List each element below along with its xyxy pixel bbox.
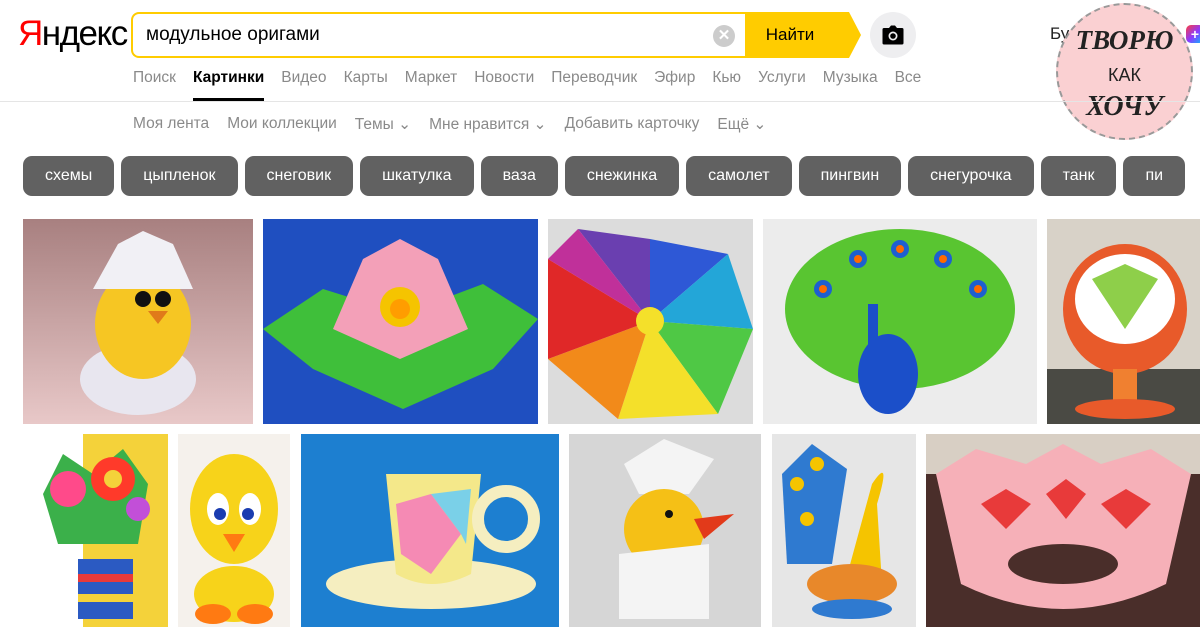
chip-schemes[interactable]: схемы — [23, 156, 115, 196]
header-divider — [0, 101, 1200, 102]
image-peacock-green[interactable] — [763, 219, 1037, 424]
image-chick-in-egg[interactable] — [23, 219, 253, 424]
image-yellow-bird[interactable] — [178, 434, 290, 627]
image-vase-lamp[interactable] — [1047, 219, 1200, 424]
search-box: ✕ — [131, 12, 745, 58]
image-flower-vase[interactable] — [23, 434, 168, 627]
subnav-add-card[interactable]: Добавить карточку — [565, 115, 700, 134]
subnav-my-feed[interactable]: Моя лента — [133, 115, 209, 134]
clear-icon[interactable]: ✕ — [713, 25, 735, 47]
tab-music[interactable]: Музыка — [823, 68, 878, 101]
chip-chick[interactable]: цыпленок — [121, 156, 238, 196]
badge-line-2: КАК — [1108, 65, 1141, 85]
chip-snowman[interactable]: снеговик — [244, 156, 354, 196]
image-rainbow-spiral[interactable] — [548, 219, 753, 424]
chip-penguin[interactable]: пингвин — [798, 156, 902, 196]
services-nav: Поиск Картинки Видео Карты Маркет Новост… — [133, 68, 938, 101]
subnav-liked[interactable]: Мне нравится ⌄ — [429, 115, 546, 134]
badge-line-1: ТВОРЮ — [1075, 25, 1174, 55]
tab-efir[interactable]: Эфир — [654, 68, 695, 101]
chip-vase[interactable]: ваза — [480, 156, 558, 196]
image-lotus-flower[interactable] — [263, 219, 538, 424]
subnav-my-collections[interactable]: Мои коллекции — [227, 115, 337, 134]
search-button[interactable]: Найти — [745, 12, 861, 58]
tab-market[interactable]: Маркет — [405, 68, 458, 101]
subnav-more[interactable]: Ещё ⌄ — [717, 115, 766, 134]
image-peacock-swan[interactable] — [772, 434, 916, 627]
image-white-chick[interactable] — [569, 434, 761, 627]
tab-maps[interactable]: Карты — [344, 68, 388, 101]
chip-box[interactable]: шкатулка — [360, 156, 474, 196]
images-subnav: Моя лента Мои коллекции Темы ⌄ Мне нрави… — [133, 115, 784, 134]
chip-partial[interactable]: пи — [1123, 156, 1186, 196]
chip-airplane[interactable]: самолет — [686, 156, 792, 196]
subnav-themes[interactable]: Темы ⌄ — [355, 115, 411, 134]
query-chips: схемы цыпленок снеговик шкатулка ваза сн… — [23, 156, 1186, 196]
chip-tank[interactable]: танк — [1040, 156, 1117, 196]
tab-translator[interactable]: Переводчик — [551, 68, 637, 101]
yandex-logo[interactable]: Яндекс — [18, 14, 128, 54]
chip-snowflake[interactable]: снежинка — [564, 156, 680, 196]
image-pink-bowl[interactable] — [926, 434, 1200, 627]
watermark-badge: ТВОРЮ КАК ХОЧУ — [1056, 3, 1193, 140]
search-input[interactable] — [146, 14, 706, 56]
tab-services[interactable]: Услуги — [758, 68, 806, 101]
tab-all[interactable]: Все — [895, 68, 922, 101]
camera-search-icon[interactable] — [870, 12, 916, 58]
tab-search[interactable]: Поиск — [133, 68, 176, 101]
page: { "header": { "logo_first": "Я", "logo_r… — [0, 0, 1200, 635]
tab-news[interactable]: Новости — [474, 68, 534, 101]
tab-images[interactable]: Картинки — [192, 68, 265, 101]
image-cup-saucer[interactable] — [301, 434, 559, 627]
tab-q[interactable]: Кью — [712, 68, 741, 101]
search-bar: ✕ Найти — [131, 12, 861, 58]
badge-line-3: ХОЧУ — [1086, 91, 1163, 122]
tab-video[interactable]: Видео — [281, 68, 326, 101]
chip-snow-maiden[interactable]: снегурочка — [908, 156, 1034, 196]
